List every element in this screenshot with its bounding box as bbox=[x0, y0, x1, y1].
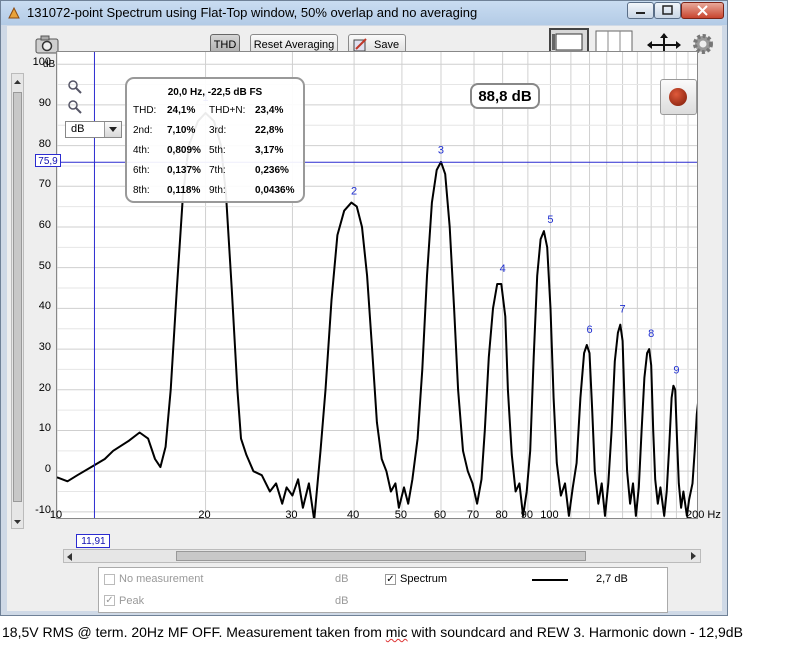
info-label: 4th: bbox=[133, 145, 150, 156]
harmonic-label: 8 bbox=[648, 328, 654, 340]
cursor-x-readout: 11,91 bbox=[76, 534, 111, 548]
y-tick-label: 100 bbox=[32, 56, 51, 69]
x-tick-label: 20 bbox=[198, 509, 211, 521]
record-button[interactable] bbox=[660, 79, 697, 115]
info-value: 0,236% bbox=[255, 165, 289, 176]
info-value: 0,118% bbox=[167, 185, 201, 196]
spl-meter-readout: 88,8 dB bbox=[470, 83, 540, 109]
thd-info-panel: 20,0 Hz, -22,5 dB FS THD: 24,1% THD+N: 23,4… bbox=[125, 77, 305, 203]
harmonic-label: 9 bbox=[673, 364, 679, 376]
y-tick-label: 20 bbox=[38, 381, 51, 394]
info-label: THD+N: bbox=[209, 105, 246, 116]
peak-unit: dB bbox=[335, 595, 349, 607]
unit-select-value: dB bbox=[71, 123, 85, 135]
info-label: 9th: bbox=[209, 185, 226, 196]
close-icon bbox=[697, 5, 708, 16]
y-tick-label: 0 bbox=[44, 463, 51, 476]
harmonic-label: 6 bbox=[586, 324, 592, 336]
info-label: 7th: bbox=[209, 165, 226, 176]
x-tick-label: 90 bbox=[520, 509, 533, 521]
no-measurement-unit: dB bbox=[335, 573, 349, 585]
save-label: Save bbox=[374, 39, 400, 51]
zoom-out-icon[interactable] bbox=[67, 99, 83, 115]
caption-part-a: 18,5V RMS @ term. 20Hz MF OFF. Measureme… bbox=[2, 624, 386, 640]
y-tick-label: -10 bbox=[35, 503, 51, 516]
chevron-down-icon bbox=[109, 127, 117, 132]
spectrum-label: Spectrum bbox=[400, 573, 448, 585]
harmonic-label: 3 bbox=[438, 145, 444, 157]
window-title: 131072-point Spectrum using Flat-Top win… bbox=[27, 5, 478, 20]
y-tick-label: 30 bbox=[38, 341, 51, 354]
caption-text: 18,5V RMS @ term. 20Hz MF OFF. Measureme… bbox=[2, 622, 800, 642]
spectrum-value: 2,7 dB bbox=[596, 573, 628, 585]
save-icon bbox=[353, 38, 367, 52]
peak-label: Peak bbox=[119, 595, 145, 607]
x-tick-label: 80 bbox=[495, 509, 508, 521]
horizontal-scrollbar[interactable] bbox=[63, 549, 701, 563]
info-value: 23,4% bbox=[255, 105, 284, 116]
info-label: THD: bbox=[133, 105, 157, 116]
peak-checkbox[interactable]: ✓ bbox=[104, 595, 115, 606]
scroll-right-icon[interactable] bbox=[687, 550, 699, 562]
info-label: 3rd: bbox=[209, 125, 227, 136]
y-tick-label: 70 bbox=[38, 178, 51, 191]
y-tick-label: 90 bbox=[38, 96, 51, 109]
close-button[interactable] bbox=[681, 2, 724, 19]
info-value: 0,809% bbox=[167, 145, 201, 156]
info-label: 2nd: bbox=[133, 125, 153, 136]
vertical-scroll-thumb[interactable] bbox=[13, 92, 22, 502]
info-label: 8th: bbox=[133, 185, 150, 196]
info-value: 22,8% bbox=[255, 125, 284, 136]
x-tick-label: 200 Hz bbox=[686, 509, 721, 521]
harmonic-label: 5 bbox=[547, 214, 553, 226]
scroll-down-icon[interactable] bbox=[12, 517, 23, 527]
no-measurement-checkbox[interactable] bbox=[104, 574, 115, 585]
x-tick-label: 10 bbox=[49, 509, 63, 521]
cursor-y-readout: 75,9 bbox=[35, 154, 61, 168]
info-value: 3,17% bbox=[255, 145, 284, 156]
info-value: 24,1% bbox=[167, 105, 196, 116]
record-icon bbox=[669, 88, 687, 106]
rew-window: 131072-point Spectrum using Flat-Top win… bbox=[0, 0, 728, 616]
minimize-icon bbox=[636, 12, 645, 14]
spectrum-line-swatch bbox=[532, 579, 568, 581]
info-value: 0,137% bbox=[167, 165, 201, 176]
info-header: 20,0 Hz, -22,5 dB FS bbox=[167, 87, 263, 98]
x-tick-label: 60 bbox=[433, 509, 447, 521]
y-tick-label: 60 bbox=[38, 218, 51, 231]
zoom-in-icon[interactable] bbox=[67, 79, 83, 95]
no-measurement-label: No measurement bbox=[119, 573, 204, 585]
harmonic-label: 7 bbox=[620, 303, 626, 315]
rew-app-icon bbox=[8, 6, 20, 19]
harmonic-label: 2 bbox=[351, 185, 357, 197]
caption-mic: mic bbox=[385, 624, 408, 640]
info-value: 7,10% bbox=[167, 125, 196, 136]
scroll-up-icon[interactable] bbox=[12, 77, 23, 87]
title-bar[interactable]: 131072-point Spectrum using Flat-Top win… bbox=[1, 1, 727, 25]
info-label: 5th: bbox=[209, 145, 226, 156]
caption-part-b: with soundcard and REW 3. Harmonic down … bbox=[407, 624, 743, 640]
y-tick-label: 10 bbox=[38, 422, 51, 435]
x-tick-label: 30 bbox=[285, 509, 298, 521]
info-label: 6th: bbox=[133, 165, 150, 176]
y-tick-label: 50 bbox=[38, 259, 51, 272]
scroll-left-icon[interactable] bbox=[64, 551, 76, 563]
y-tick-label: 80 bbox=[38, 137, 51, 150]
legend-panel: No measurement dB ✓ Peak dB ✓ Spectrum 2… bbox=[98, 567, 668, 613]
minimize-button[interactable] bbox=[627, 2, 654, 19]
x-tick-label: 100 bbox=[540, 509, 559, 521]
spectrum-checkbox[interactable]: ✓ bbox=[385, 574, 396, 585]
unit-dropdown-button[interactable] bbox=[104, 122, 121, 137]
y-tick-label: 40 bbox=[38, 300, 51, 313]
x-tick-label: 40 bbox=[346, 509, 360, 521]
unit-select[interactable]: dB bbox=[65, 121, 122, 138]
maximize-button[interactable] bbox=[654, 2, 681, 19]
x-tick-label: 70 bbox=[466, 509, 480, 521]
x-tick-label: 50 bbox=[394, 509, 408, 521]
harmonic-label: 4 bbox=[500, 263, 506, 275]
info-value: 0,0436% bbox=[255, 185, 295, 196]
horizontal-scroll-thumb[interactable] bbox=[176, 551, 586, 561]
maximize-icon bbox=[662, 5, 673, 15]
